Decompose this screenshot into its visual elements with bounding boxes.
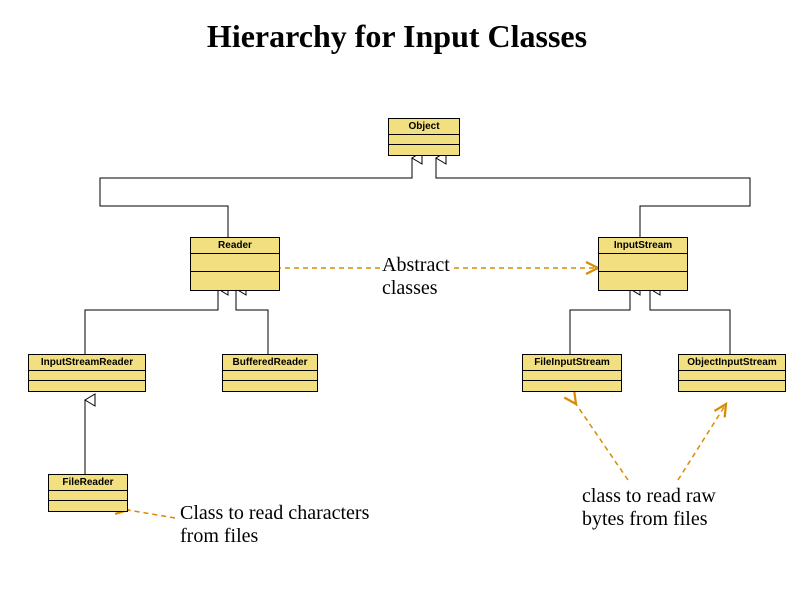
class-inputstreamreader: InputStreamReader <box>28 354 146 392</box>
class-object: Object <box>388 118 460 156</box>
class-section <box>679 371 785 381</box>
class-name: FileReader <box>49 475 127 491</box>
class-objectinputstream: ObjectInputStream <box>678 354 786 392</box>
class-section <box>389 145 459 155</box>
class-section <box>191 254 279 272</box>
class-fileinputstream: FileInputStream <box>522 354 622 392</box>
class-section <box>599 272 687 290</box>
class-filereader: FileReader <box>48 474 128 512</box>
class-section <box>389 135 459 145</box>
class-inputstream: InputStream <box>598 237 688 291</box>
class-section <box>191 272 279 290</box>
class-section <box>223 371 317 381</box>
class-section <box>523 381 621 391</box>
class-reader: Reader <box>190 237 280 291</box>
class-section <box>599 254 687 272</box>
class-name: Object <box>389 119 459 135</box>
class-name: BufferedReader <box>223 355 317 371</box>
class-section <box>49 491 127 501</box>
class-section <box>523 371 621 381</box>
class-section <box>49 501 127 511</box>
class-name: Reader <box>191 238 279 254</box>
class-name: FileInputStream <box>523 355 621 371</box>
class-section <box>29 371 145 381</box>
class-name: ObjectInputStream <box>679 355 785 371</box>
class-section <box>29 381 145 391</box>
class-name: InputStream <box>599 238 687 254</box>
class-bufferedreader: BufferedReader <box>222 354 318 392</box>
class-section <box>679 381 785 391</box>
annotation-bytes-from-files: class to read raw bytes from files <box>582 485 742 531</box>
page-title: Hierarchy for Input Classes <box>0 18 794 55</box>
annotation-abstract: Abstract classes <box>382 254 462 300</box>
class-section <box>223 381 317 391</box>
class-name: InputStreamReader <box>29 355 145 371</box>
annotation-chars-from-files: Class to read characters from files <box>180 502 380 548</box>
